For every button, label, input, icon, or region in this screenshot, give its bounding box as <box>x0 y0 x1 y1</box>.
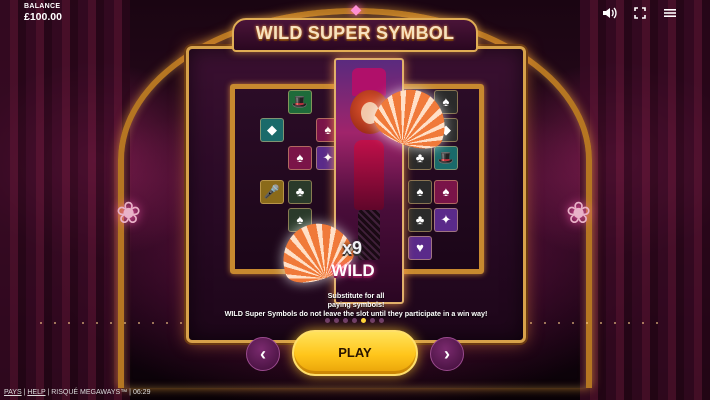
balance-display: BALANCE £100.00 <box>24 3 62 23</box>
game-name: RISQUÉ MEGAWAYS™ <box>51 389 128 396</box>
play-button[interactable]: PLAY <box>292 330 418 376</box>
page-dot <box>370 318 375 323</box>
left-curtain <box>0 0 130 400</box>
previous-page-button[interactable]: ‹ <box>246 337 280 371</box>
chevron-right-icon: › <box>444 344 450 364</box>
pays-link[interactable]: PAYS <box>4 389 22 396</box>
fullscreen-icon[interactable] <box>632 6 648 20</box>
dancer-body <box>354 140 384 210</box>
page-indicator <box>325 318 385 324</box>
symbol-gem-icon: ✦ <box>434 208 458 232</box>
menu-icon[interactable] <box>662 6 678 20</box>
chevron-left-icon: ‹ <box>260 344 266 364</box>
description-line-1: Substitute for all <box>327 291 385 300</box>
wild-multiplier: x9 <box>341 238 363 258</box>
clock-time: 06:29 <box>132 389 151 396</box>
jewel-icon: ◆ <box>350 1 362 17</box>
symbol-heart-icon: ♥ <box>408 236 432 260</box>
feature-description: Substitute for all paying symbols! WILD … <box>200 291 512 318</box>
page-dot <box>379 318 384 323</box>
balance-label: BALANCE <box>24 3 61 10</box>
speaker-icon[interactable] <box>602 6 618 20</box>
symbol-spade-icon: ♠ <box>408 180 432 204</box>
footer-bar: PAYS | HELP | RISQUÉ MEGAWAYS™ | 06:29 <box>4 389 150 396</box>
symbol-hat-icon: 🎩 <box>434 146 458 170</box>
description-line-3: WILD Super Symbols do not leave the slot… <box>224 309 488 318</box>
wild-label: WILD <box>331 261 375 280</box>
page-dot <box>325 318 330 323</box>
page-dot <box>343 318 348 323</box>
next-page-button[interactable]: › <box>430 337 464 371</box>
panel-title: WILD SUPER SYMBOL <box>255 23 455 43</box>
symbol-microphone-icon: 🎤 <box>260 180 284 204</box>
page-dot <box>352 318 357 323</box>
page-dot <box>361 318 366 323</box>
right-lamp-icon: ❀ <box>566 197 592 230</box>
symbol-hat-icon: 🎩 <box>288 90 312 114</box>
right-curtain <box>580 0 710 400</box>
help-link[interactable]: HELP <box>27 389 45 396</box>
description-line-2: paying symbols! <box>327 300 385 309</box>
balance-value: £100.00 <box>24 11 62 23</box>
page-dot <box>334 318 339 323</box>
symbol-club-icon: ♣ <box>408 146 432 170</box>
symbol-shoe-icon: ♠ <box>288 146 312 170</box>
symbol-diamond-icon: ◆ <box>260 118 284 142</box>
symbol-club-icon: ♣ <box>408 208 432 232</box>
left-lamp-icon: ❀ <box>116 197 142 230</box>
symbol-shoe-icon: ♠ <box>434 180 458 204</box>
symbol-club-icon: ♣ <box>288 180 312 204</box>
